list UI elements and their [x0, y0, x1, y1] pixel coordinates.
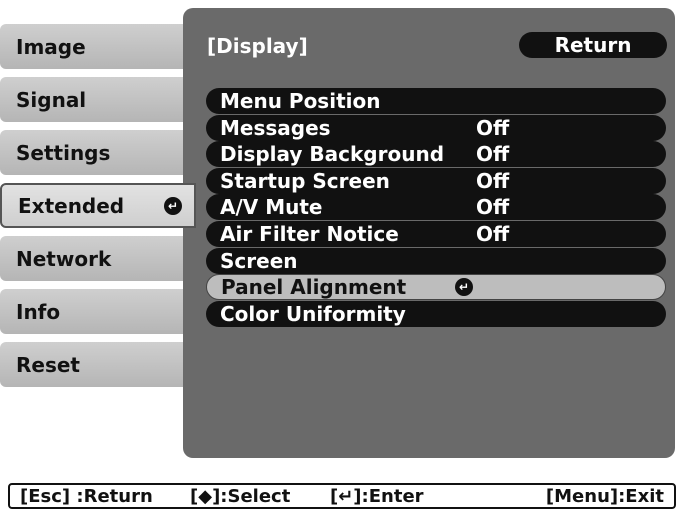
menu-row-messages[interactable]: Messages Off	[206, 114, 666, 141]
nav-item-signal[interactable]: Signal	[0, 77, 190, 122]
row-label: Color Uniformity	[220, 301, 406, 326]
menu-list: Menu Position Messages Off Display Backg…	[206, 88, 666, 327]
row-label: Air Filter Notice	[220, 221, 399, 246]
nav-item-info[interactable]: Info	[0, 289, 190, 334]
nav-item-label: Image	[16, 34, 86, 59]
row-label: Panel Alignment	[221, 275, 407, 300]
projector-menu: Image Signal Settings Extended ↵ Network…	[0, 0, 680, 513]
menu-row-startup-screen[interactable]: Startup Screen Off	[206, 167, 666, 194]
menu-row-color-uniformity[interactable]: Color Uniformity	[206, 300, 666, 327]
display-panel: [Display] Return Menu Position Messages …	[183, 8, 675, 458]
help-esc: [Esc] :Return	[20, 486, 153, 507]
menu-row-screen[interactable]: Screen	[206, 247, 666, 274]
nav-item-extended[interactable]: Extended ↵	[0, 183, 196, 228]
nav-item-image[interactable]: Image	[0, 24, 190, 69]
menu-row-av-mute[interactable]: A/V Mute Off	[206, 194, 666, 221]
nav-item-network[interactable]: Network	[0, 236, 190, 281]
row-label: Screen	[220, 248, 298, 273]
nav-item-label: Reset	[16, 352, 80, 377]
row-label: Display Background	[220, 142, 445, 167]
row-value: Off	[476, 168, 510, 193]
help-exit: [Menu]:Exit	[545, 486, 664, 507]
menu-row-air-filter-notice[interactable]: Air Filter Notice Off	[206, 220, 666, 247]
row-label: Startup Screen	[220, 168, 390, 193]
row-value: Off	[476, 221, 510, 246]
panel-title: [Display]	[207, 34, 308, 58]
row-label: Messages	[220, 115, 331, 140]
enter-icon: ↵	[164, 196, 182, 215]
nav-item-label: Settings	[16, 140, 111, 165]
row-value: Off	[476, 142, 510, 167]
menu-row-panel-alignment[interactable]: Panel Alignment ↵	[206, 274, 666, 301]
help-select: [◆]:Select	[190, 486, 291, 507]
nav-item-label: Network	[16, 246, 112, 271]
nav-item-settings[interactable]: Settings	[0, 130, 190, 175]
row-value: Off	[476, 115, 510, 140]
row-label: Menu Position	[220, 89, 381, 113]
nav-item-label: Info	[16, 299, 61, 324]
enter-icon: ↵	[455, 278, 473, 297]
return-button[interactable]: Return	[519, 32, 667, 58]
help-bar: [Esc] :Return [◆]:Select [↵]:Enter [Menu…	[8, 483, 676, 509]
nav-item-reset[interactable]: Reset	[0, 342, 190, 387]
nav-item-label: Signal	[16, 87, 87, 112]
row-label: A/V Mute	[220, 195, 323, 220]
row-value: Off	[476, 195, 510, 220]
menu-row-menu-position[interactable]: Menu Position	[206, 88, 666, 114]
menu-row-display-background[interactable]: Display Background Off	[206, 141, 666, 168]
help-enter: [↵]:Enter	[330, 486, 424, 507]
nav-item-label: Extended	[18, 193, 125, 218]
